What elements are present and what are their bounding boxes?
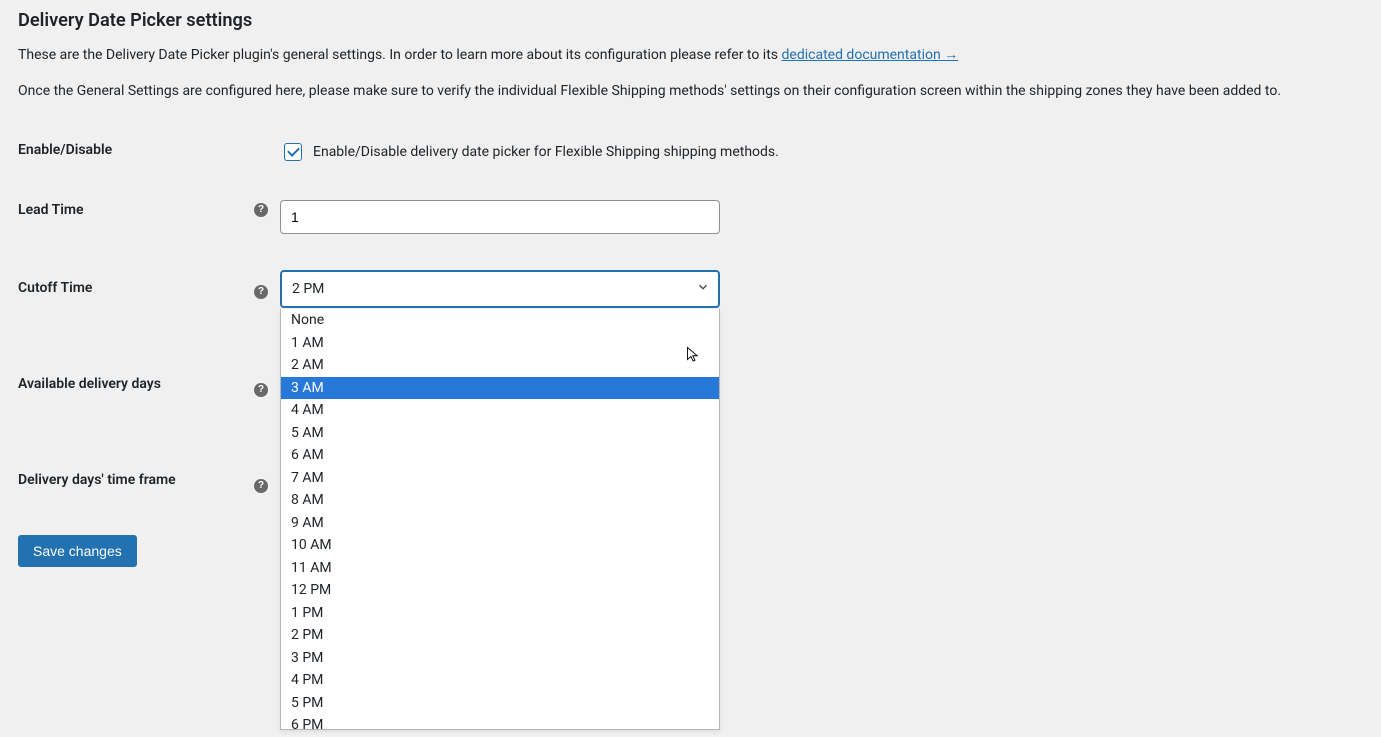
help-icon[interactable]: ?: [254, 383, 268, 397]
cutoff-option[interactable]: None: [281, 309, 719, 332]
cutoff-select-wrap: 2 PM None1 AM2 AM3 AM4 AM5 AM6 AM7 AM8 A…: [280, 270, 720, 308]
enable-checkbox[interactable]: [284, 143, 302, 161]
settings-description-2: Once the General Settings are configured…: [18, 81, 1363, 103]
row-cutoff-time: Cutoff Time ? 2 PM None1 AM2 AM3 AM4 AM5…: [18, 252, 1363, 326]
settings-description-1: These are the Delivery Date Picker plugi…: [18, 45, 1363, 67]
cutoff-option[interactable]: 12 PM: [281, 579, 719, 602]
cutoff-option[interactable]: 4 AM: [281, 399, 719, 422]
save-button[interactable]: Save changes: [18, 535, 137, 567]
help-icon[interactable]: ?: [254, 203, 268, 217]
enable-checkbox-label: Enable/Disable delivery date picker for …: [313, 144, 779, 160]
page-title: Delivery Date Picker settings: [18, 10, 1363, 31]
cutoff-option[interactable]: 8 AM: [281, 489, 719, 512]
settings-form-table: Enable/Disable Enable/Disable delivery d…: [18, 122, 1363, 511]
label-enable-disable: Enable/Disable: [18, 122, 254, 182]
cutoff-option[interactable]: 3 PM: [281, 647, 719, 670]
cutoff-option[interactable]: 2 AM: [281, 354, 719, 377]
cutoff-option[interactable]: 10 AM: [281, 534, 719, 557]
label-time-frame: Delivery days' time frame: [18, 442, 254, 511]
cutoff-option[interactable]: 1 PM: [281, 602, 719, 625]
row-lead-time: Lead Time ?: [18, 182, 1363, 252]
label-lead-time: Lead Time: [18, 182, 254, 252]
cutoff-option[interactable]: 4 PM: [281, 669, 719, 692]
cutoff-option[interactable]: 1 AM: [281, 332, 719, 355]
documentation-link[interactable]: dedicated documentation →: [782, 47, 959, 63]
label-available-days: Available delivery days: [18, 326, 254, 442]
cutoff-selected-value: 2 PM: [292, 281, 324, 297]
help-icon[interactable]: ?: [254, 479, 268, 493]
cutoff-option[interactable]: 5 PM: [281, 692, 719, 715]
cutoff-option[interactable]: 3 AM: [281, 377, 719, 400]
cutoff-option[interactable]: 6 PM: [281, 714, 719, 729]
enable-checkbox-wrap[interactable]: Enable/Disable delivery date picker for …: [280, 140, 1353, 164]
cutoff-option[interactable]: 2 PM: [281, 624, 719, 647]
cutoff-option[interactable]: 5 AM: [281, 422, 719, 445]
desc1-text: These are the Delivery Date Picker plugi…: [18, 47, 782, 63]
cutoff-option[interactable]: 6 AM: [281, 444, 719, 467]
chevron-down-icon: [696, 280, 710, 298]
row-enable-disable: Enable/Disable Enable/Disable delivery d…: [18, 122, 1363, 182]
lead-time-input[interactable]: [280, 200, 720, 234]
cutoff-option[interactable]: 9 AM: [281, 512, 719, 535]
cutoff-dropdown-list[interactable]: None1 AM2 AM3 AM4 AM5 AM6 AM7 AM8 AM9 AM…: [281, 309, 719, 729]
cutoff-option[interactable]: 11 AM: [281, 557, 719, 580]
cutoff-dropdown: None1 AM2 AM3 AM4 AM5 AM6 AM7 AM8 AM9 AM…: [280, 309, 720, 730]
cutoff-option[interactable]: 7 AM: [281, 467, 719, 490]
help-icon[interactable]: ?: [254, 285, 268, 299]
label-cutoff-time: Cutoff Time: [18, 252, 254, 326]
cutoff-select[interactable]: 2 PM: [280, 270, 720, 308]
